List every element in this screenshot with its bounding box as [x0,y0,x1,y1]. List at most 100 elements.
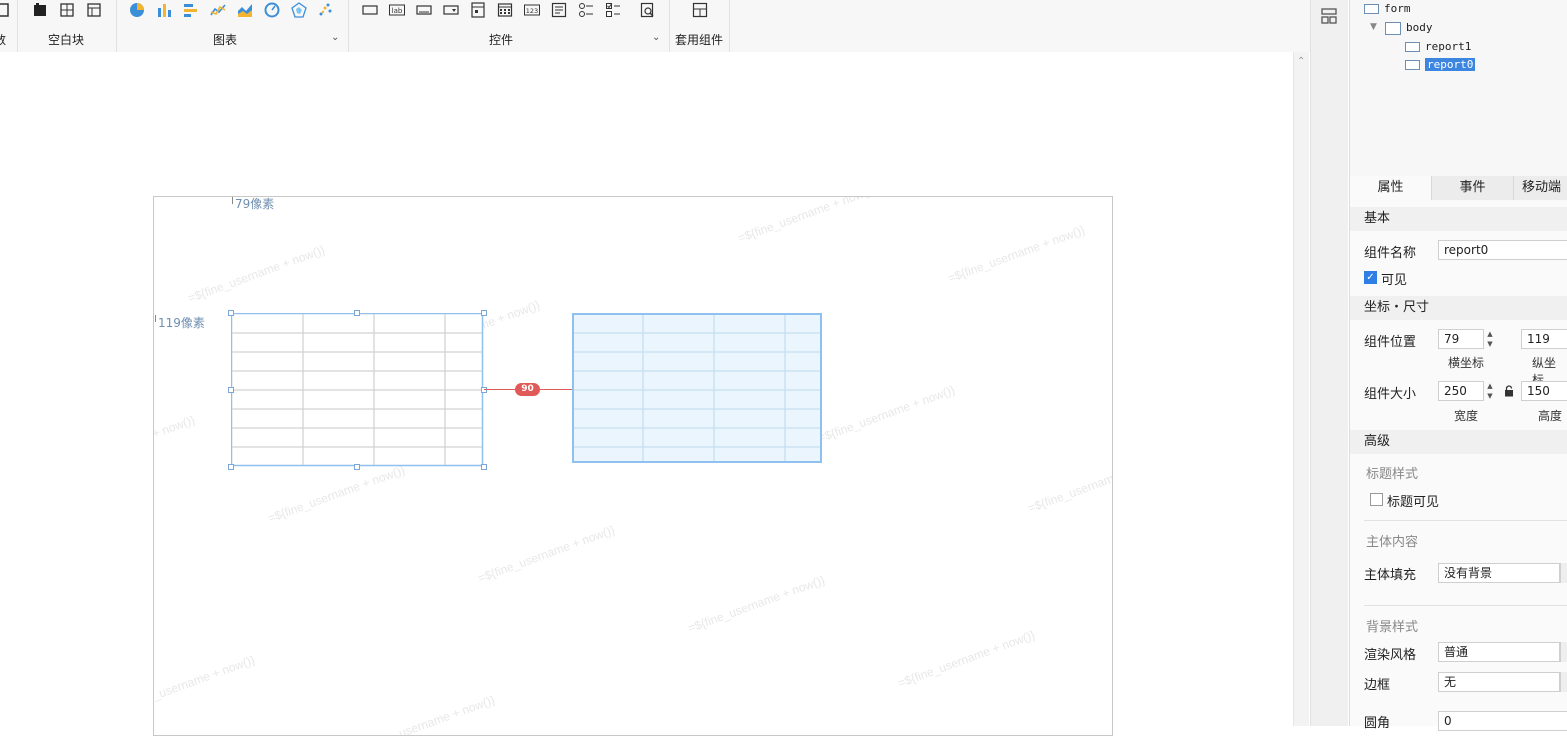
watermark: =${fine_username + now()} [153,652,257,716]
checkbox-group-widget-icon[interactable] [605,2,621,18]
svg-text:lab: lab [392,7,403,15]
tree-node-body[interactable]: body [1385,21,1433,35]
gauge-chart-icon[interactable] [264,2,280,18]
y-input[interactable]: 119 [1521,329,1567,349]
title-visible-checkbox[interactable] [1370,493,1383,506]
layout-panel-icon[interactable] [1321,8,1337,24]
section-advanced[interactable]: 高级 [1350,430,1567,454]
x-stepper[interactable]: ▲ ▼ [1484,329,1496,349]
tab-mobile[interactable]: 移动端 [1514,176,1567,200]
chevron-down-icon[interactable]: ⌄ [331,32,339,43]
dataset-icon[interactable] [0,2,10,18]
toolbar-group-label: 控件 [489,33,514,47]
resize-handle-e[interactable] [481,387,487,393]
component-name-input[interactable]: report0 [1438,240,1567,260]
report-block-icon[interactable] [32,2,48,18]
line-chart-icon[interactable] [210,2,226,18]
resize-handle-nw[interactable] [228,310,234,316]
report1-grid [231,313,484,467]
canvas-scrollbar[interactable]: ⌃ [1293,52,1309,726]
button-widget-icon[interactable] [362,2,378,18]
tree-expand-icon[interactable]: ▼ [1370,22,1377,32]
height-input[interactable]: 150 [1521,381,1567,401]
bar-chart-icon[interactable] [156,2,172,18]
tab-properties[interactable]: 属性 [1350,176,1432,200]
toolbar: 数 空白块 图表 ⌄ lab 123 控件 ⌄ 套用组件 [0,0,1310,52]
radar-chart-icon[interactable] [291,2,307,18]
lock-ratio-icon[interactable] [1504,385,1514,397]
search-widget-icon[interactable] [640,2,656,18]
distance-badge: 90 [515,383,540,396]
absolute-layout-icon[interactable] [59,2,75,18]
dropdown-arrow-icon[interactable] [1560,642,1567,662]
border-select[interactable]: 无 [1438,672,1560,692]
watermark: =${fine_username + now()} [895,627,1037,691]
step-down-icon: ▼ [1487,340,1493,348]
toolbar-group-label: 套用组件 [675,33,724,47]
textarea-widget-icon[interactable] [551,2,567,18]
toolbar-group-label: 数 [0,33,7,47]
watermark: =${fine_username + now()} [1025,453,1113,516]
size-label: 组件大小 [1364,387,1417,402]
pie-chart-icon[interactable] [129,2,145,18]
text-field-widget-icon[interactable] [416,2,432,18]
watermark: =${fine_username + now()} [945,222,1087,286]
area-chart-icon[interactable] [237,2,253,18]
body-fill-select[interactable]: 没有背景 [1438,563,1560,583]
number-widget-icon[interactable]: 123 [524,2,540,18]
resize-handle-se[interactable] [481,464,487,470]
body-content-label: 主体内容 [1366,535,1419,550]
width-caption: 宽度 [1454,409,1479,423]
toolbar-group-data: 数 [0,0,18,52]
visible-checkbox[interactable]: ✓ [1364,271,1377,284]
scroll-up-icon[interactable]: ⌃ [1297,56,1305,67]
resize-handle-n[interactable] [354,310,360,316]
report0-grid [572,313,822,463]
tree-node-report0[interactable]: report0 [1405,58,1476,72]
section-basic[interactable]: 基本 [1350,207,1567,231]
tree-node-form[interactable]: form [1364,2,1411,16]
tab-events[interactable]: 事件 [1432,176,1514,200]
toolbar-group-blank: 空白块 [18,0,117,52]
tree-combo-widget-icon[interactable] [470,2,486,18]
position-label: 组件位置 [1364,335,1417,350]
svg-text:123: 123 [526,7,538,15]
radio-group-widget-icon[interactable] [578,2,594,18]
body-node-icon [1385,21,1401,35]
resize-handle-ne[interactable] [481,310,487,316]
background-style-label: 背景样式 [1366,620,1419,635]
label-widget-icon[interactable]: lab [389,2,405,18]
corner-radius-input[interactable]: 0 [1438,711,1567,731]
chevron-down-icon[interactable]: ⌄ [652,32,660,43]
resize-handle-s[interactable] [354,464,360,470]
render-style-label: 渲染风格 [1364,648,1417,663]
width-input[interactable]: 250 [1438,381,1484,401]
ruler-x-tick [232,197,233,204]
dropdown-arrow-icon[interactable] [1560,563,1567,583]
scatter-chart-icon[interactable] [318,2,334,18]
report-node-icon [1405,42,1420,52]
x-input[interactable]: 79 [1438,329,1484,349]
x-caption: 横坐标 [1448,356,1485,370]
dropdown-widget-icon[interactable] [443,2,459,18]
tab-layout-icon[interactable] [86,2,102,18]
render-style-select[interactable]: 普通 [1438,642,1560,662]
toolbar-group-label: 空白块 [48,33,85,47]
report1-widget[interactable] [231,313,484,467]
width-stepper[interactable]: ▲ ▼ [1484,381,1496,401]
property-tabs: 属性 事件 移动端 [1350,176,1567,200]
section-position-size[interactable]: 坐标・尺寸 [1350,296,1567,320]
watermark: =${fine_username + now()} [355,692,497,736]
watermark: =${fine_username + now()} [475,522,617,586]
side-strip [1310,0,1348,726]
watermark: =${fine_username + now()} [265,462,407,526]
dropdown-arrow-icon[interactable] [1560,672,1567,692]
resize-handle-sw[interactable] [228,464,234,470]
tree-node-report1[interactable]: report1 [1405,40,1471,54]
title-style-label: 标题样式 [1366,467,1419,482]
report0-widget[interactable] [572,313,822,463]
horizontal-bar-icon[interactable] [183,2,199,18]
template-component-icon[interactable] [692,2,708,18]
resize-handle-w[interactable] [228,387,234,393]
date-widget-icon[interactable] [497,2,513,18]
